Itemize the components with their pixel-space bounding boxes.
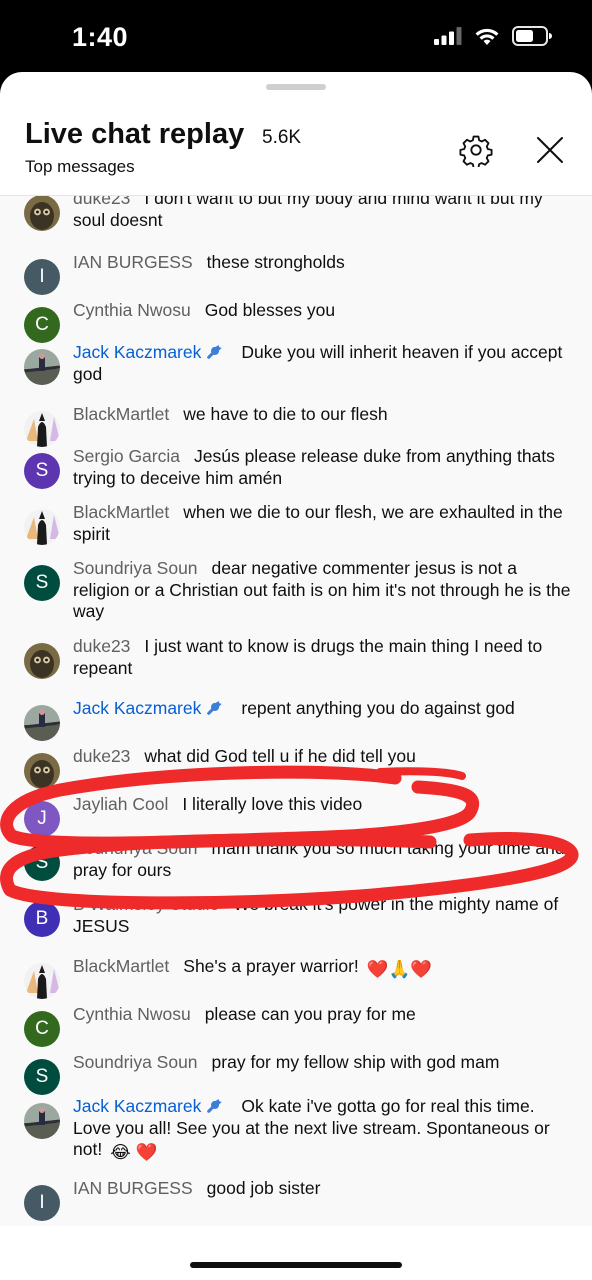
chat-message-body: IAN BURGESS good job sister (73, 1178, 573, 1200)
chat-message-text: please can you pray for me (204, 1004, 416, 1024)
chat-author-name[interactable]: duke23 (73, 636, 130, 656)
chat-author-name[interactable]: Jack Kaczmarek (73, 1096, 201, 1116)
chat-emoji: 😂 ❤️ (110, 1142, 158, 1162)
chat-author-name[interactable]: Cynthia Nwosu (73, 300, 191, 320)
chat-message-text: She's a prayer warrior! (183, 956, 359, 976)
wifi-icon (475, 28, 499, 45)
home-indicator[interactable] (190, 1262, 402, 1268)
avatar[interactable]: I (24, 259, 60, 295)
chat-author-name[interactable]: Jack Kaczmarek (73, 698, 201, 718)
chat-message-body: Sergio Garcia Jesús please release duke f… (73, 446, 573, 489)
avatar[interactable]: S (24, 565, 60, 601)
chat-message-text: pray for my fellow ship with god mam (211, 1052, 500, 1072)
chat-author-name[interactable]: B Walmsley Studio (73, 894, 219, 914)
chat-author-name[interactable]: IAN BURGESS (73, 1178, 193, 1198)
chat-author-name[interactable]: BlackMartlet (73, 956, 169, 976)
settings-button[interactable] (456, 130, 496, 170)
moderator-wrench-icon (207, 345, 223, 359)
chat-message-body: Soundriya Soun pray for my fellow ship wi… (73, 1052, 573, 1074)
chat-author-name[interactable]: BlackMartlet (73, 502, 169, 522)
chat-author-name[interactable]: Jack Kaczmarek (73, 342, 201, 362)
avatar[interactable]: S (24, 453, 60, 489)
chat-filter-top-messages[interactable]: Top messages (25, 157, 135, 177)
avatar[interactable]: J (24, 801, 60, 837)
live-chat-sheet: Live chat replay 5.6K Top messages duke2… (0, 72, 592, 1280)
chat-author-name[interactable]: BlackMartlet (73, 404, 169, 424)
chat-message-body: duke23 I just want to know is drugs the m… (73, 636, 573, 679)
chat-emoji: ❤️🙏❤️ (366, 959, 433, 979)
avatar[interactable] (24, 349, 60, 385)
chat-message-body: Jayliah Cool I literally love this video (73, 794, 573, 816)
chat-author-name[interactable]: Cynthia Nwosu (73, 1004, 191, 1024)
chat-message-body: duke23 what did God tell u if he did tell… (73, 746, 573, 768)
moderator-wrench-icon (207, 701, 223, 715)
avatar[interactable] (24, 705, 60, 741)
chat-message-body: Jack Kaczmarek Duke you will inherit heav… (73, 342, 573, 385)
chat-message-text: these strongholds (206, 252, 345, 272)
battery-icon (512, 26, 552, 46)
chat-message-body: Soundriya Soun mam thank you so much taki… (73, 838, 573, 881)
gear-icon (459, 135, 493, 167)
chat-author-name[interactable]: IAN BURGESS (73, 252, 193, 272)
avatar[interactable]: C (24, 1011, 60, 1047)
chat-author-name[interactable]: Sergio Garcia (73, 446, 180, 466)
avatar[interactable]: B (24, 901, 60, 937)
chat-message-body: BlackMartlet She's a prayer warrior! ❤️🙏❤️ (73, 956, 573, 981)
chat-header: Live chat replay 5.6K Top messages (0, 102, 592, 196)
avatar[interactable] (24, 196, 60, 231)
chat-message-body: B Walmsley Studio We break it's power in … (73, 894, 573, 937)
chat-message-text: I just want to know is drugs the main th… (73, 636, 543, 678)
sheet-grabber[interactable] (266, 84, 326, 90)
avatar[interactable] (24, 1103, 60, 1139)
chat-author-name[interactable]: duke23 (73, 746, 130, 766)
avatar[interactable]: I (24, 1185, 60, 1221)
chat-message-body: BlackMartlet we have to die to our flesh (73, 404, 573, 426)
page-title: Live chat replay (25, 118, 245, 150)
avatar[interactable] (24, 509, 60, 545)
chat-message-body: Jack Kaczmarek Ok kate i've gotta go for … (73, 1096, 573, 1164)
chat-message-list[interactable]: duke23 I don't want to but my body and mi… (0, 196, 592, 1226)
chat-author-name[interactable]: Soundriya Soun (73, 558, 198, 578)
chat-message-body: Soundriya Soun dear negative commenter je… (73, 558, 573, 623)
avatar[interactable] (24, 753, 60, 789)
avatar[interactable] (24, 411, 60, 447)
close-button[interactable] (530, 130, 570, 170)
chat-author-name[interactable]: Soundriya Soun (73, 1052, 198, 1072)
chat-message-body: IAN BURGESS these strongholds (73, 252, 573, 274)
chat-message-text: I literally love this video (182, 794, 363, 814)
chat-message-body: Cynthia Nwosu God blesses you (73, 300, 573, 322)
moderator-wrench-icon (207, 1099, 223, 1113)
chat-message-body: Jack Kaczmarek repent anything you do aga… (73, 698, 573, 720)
cellular-signal-icon (434, 27, 462, 45)
avatar[interactable]: S (24, 845, 60, 881)
avatar[interactable] (24, 963, 60, 999)
avatar[interactable]: C (24, 307, 60, 343)
chat-message-text: good job sister (206, 1178, 321, 1198)
chat-message-body: BlackMartlet when we die to our flesh, we… (73, 502, 573, 545)
avatar[interactable] (24, 643, 60, 679)
chat-author-name[interactable]: Soundriya Soun (73, 838, 198, 858)
chat-author-name[interactable]: duke23 (73, 196, 130, 208)
chat-message-text: God blesses you (204, 300, 336, 320)
chat-message-text: we have to die to our flesh (183, 404, 388, 424)
chat-message-body: duke23 I don't want to but my body and mi… (73, 196, 573, 231)
chat-message-body: Cynthia Nwosu please can you pray for me (73, 1004, 573, 1026)
chat-author-name[interactable]: Jayliah Cool (73, 794, 168, 814)
chat-message-text: what did God tell u if he did tell you (144, 746, 416, 766)
status-icons (434, 26, 552, 46)
chat-message-text: repent anything you do against god (241, 698, 515, 718)
chat-message-text: I don't want to but my body and mind wan… (73, 196, 543, 230)
viewer-count: 5.6K (262, 127, 302, 148)
status-bar: 1:40 (0, 0, 592, 80)
status-time: 1:40 (72, 22, 129, 52)
avatar[interactable]: S (24, 1059, 60, 1095)
close-icon (537, 137, 563, 163)
